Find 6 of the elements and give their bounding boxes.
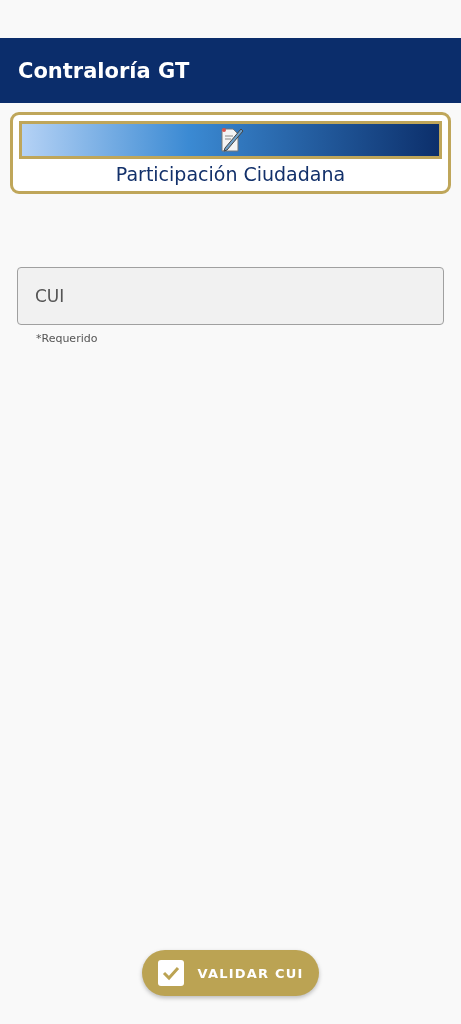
validate-button[interactable]: VALIDAR CUI	[141, 950, 320, 996]
helper-text: *Requerido	[36, 332, 99, 345]
checkbox-icon	[157, 960, 184, 986]
cui-input-field[interactable]: CUI	[17, 267, 444, 325]
banner-title: Participación Ciudadana	[115, 163, 346, 185]
app-title: Contraloría GT	[18, 58, 190, 83]
